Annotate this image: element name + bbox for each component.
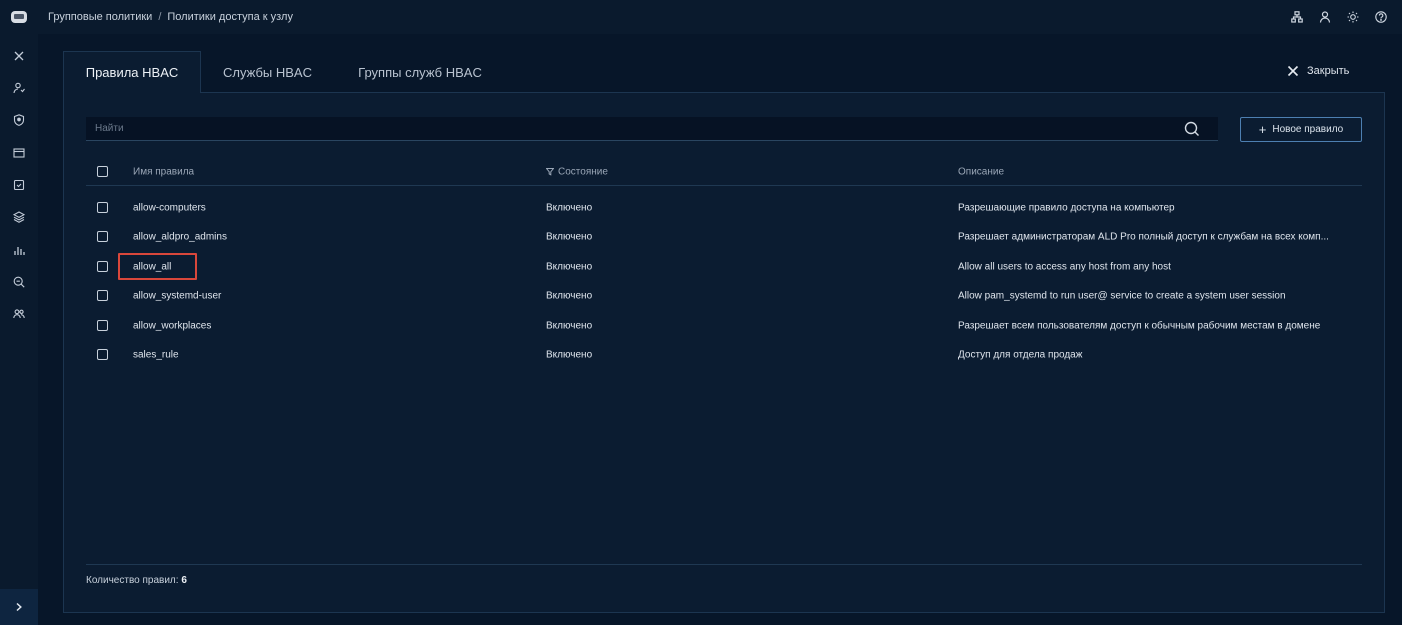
row-checkbox[interactable]	[97, 319, 108, 331]
row-checkbox[interactable]	[97, 260, 108, 272]
rule-state: Включено	[546, 349, 593, 360]
table-row[interactable]: allow_workplaces Включено Разрешает всем…	[86, 311, 1362, 340]
search-icon[interactable]	[1184, 121, 1200, 137]
rule-name[interactable]: allow_workplaces	[133, 320, 211, 331]
row-checkbox[interactable]	[97, 348, 108, 360]
shield-icon[interactable]	[11, 112, 27, 128]
rule-description: Доступ для отдела продаж	[958, 349, 1083, 360]
tab-hbac-service-groups[interactable]: Группы служб HBAC	[334, 51, 506, 93]
table-row[interactable]: allow-computers Включено Разрешающие пра…	[86, 193, 1362, 222]
breadcrumb: Групповые политики / Политики доступа к …	[48, 11, 293, 23]
help-icon[interactable]	[1374, 10, 1388, 24]
rule-description: Allow pam_systemd to run user@ service t…	[958, 290, 1286, 301]
breadcrumb-parent[interactable]: Групповые политики	[48, 11, 152, 23]
tools-icon[interactable]	[11, 48, 27, 64]
highlight-box	[118, 253, 197, 280]
rule-name[interactable]: allow_aldpro_admins	[133, 231, 227, 242]
search-zoom-icon[interactable]	[11, 274, 27, 290]
rule-description: Разрешает всем пользователям доступ к об…	[958, 320, 1321, 331]
rule-name[interactable]: allow_systemd-user	[133, 290, 221, 301]
column-header-name[interactable]: Имя правила	[133, 166, 194, 177]
network-icon[interactable]	[1290, 10, 1304, 24]
chart-icon[interactable]	[11, 242, 27, 258]
close-label: Закрыть	[1307, 65, 1350, 77]
table-row[interactable]: allow_all Включено Allow all users to ac…	[86, 252, 1362, 281]
select-all-checkbox[interactable]	[97, 165, 108, 177]
row-checkbox[interactable]	[97, 289, 108, 301]
rule-state: Включено	[546, 231, 593, 242]
search-bar	[86, 117, 1218, 141]
rule-name[interactable]: allow-computers	[133, 202, 206, 213]
tab-hbac-services[interactable]: Службы HBAC	[201, 51, 334, 93]
rules-count-label: Количество правил:	[86, 575, 179, 586]
breadcrumb-separator: /	[158, 11, 162, 23]
row-checkbox[interactable]	[97, 230, 108, 242]
rule-description: Разрешающие правило доступа на компьютер	[958, 202, 1175, 213]
new-rule-label: Новое правило	[1272, 124, 1344, 135]
search-input[interactable]	[95, 123, 1175, 134]
rule-state: Включено	[546, 320, 593, 331]
rule-description: Allow all users to access any host from …	[958, 261, 1171, 272]
chevron-right-icon	[16, 602, 22, 612]
column-header-state-label: Состояние	[558, 166, 608, 177]
plus-icon: +	[1258, 121, 1267, 137]
rule-state: Включено	[546, 261, 593, 272]
top-bar: Групповые политики / Политики доступа к …	[0, 0, 1402, 34]
rule-state: Включено	[546, 290, 593, 301]
theme-sun-icon[interactable]	[1346, 10, 1360, 24]
breadcrumb-current: Политики доступа к узлу	[167, 11, 293, 23]
card-icon[interactable]	[11, 145, 27, 161]
column-header-description[interactable]: Описание	[958, 166, 1354, 177]
rules-count-value: 6	[181, 575, 187, 586]
document-icon[interactable]	[11, 177, 27, 193]
rule-description: Разрешает администраторам ALD Pro полный…	[958, 231, 1329, 242]
new-rule-button[interactable]: + Новое правило	[1240, 117, 1362, 142]
table-row[interactable]: allow_systemd-user Включено Allow pam_sy…	[86, 281, 1362, 310]
sidebar	[0, 34, 38, 625]
tab-hbac-rules[interactable]: Правила HBAC	[63, 51, 201, 93]
user-icon[interactable]	[1318, 10, 1332, 24]
rules-count: Количество правил: 6	[86, 575, 187, 586]
table-row[interactable]: allow_aldpro_admins Включено Разрешает а…	[86, 222, 1362, 251]
groups-icon[interactable]	[11, 306, 27, 322]
rule-state: Включено	[546, 202, 593, 213]
close-button[interactable]: Закрыть	[1287, 62, 1349, 80]
app-logo-icon[interactable]	[0, 0, 38, 34]
footer-divider	[86, 564, 1362, 565]
layers-icon[interactable]	[11, 209, 27, 225]
users-icon[interactable]	[11, 80, 27, 96]
rule-name[interactable]: sales_rule	[133, 349, 179, 360]
column-header-state[interactable]: Состояние	[546, 166, 608, 177]
filter-icon	[546, 168, 554, 176]
close-icon	[1287, 65, 1299, 77]
sidebar-expand-button[interactable]	[0, 589, 38, 625]
table-header: Имя правила Состояние Описание	[86, 158, 1362, 186]
table-row[interactable]: sales_rule Включено Доступ для отдела пр…	[86, 340, 1362, 369]
row-checkbox[interactable]	[97, 201, 108, 213]
